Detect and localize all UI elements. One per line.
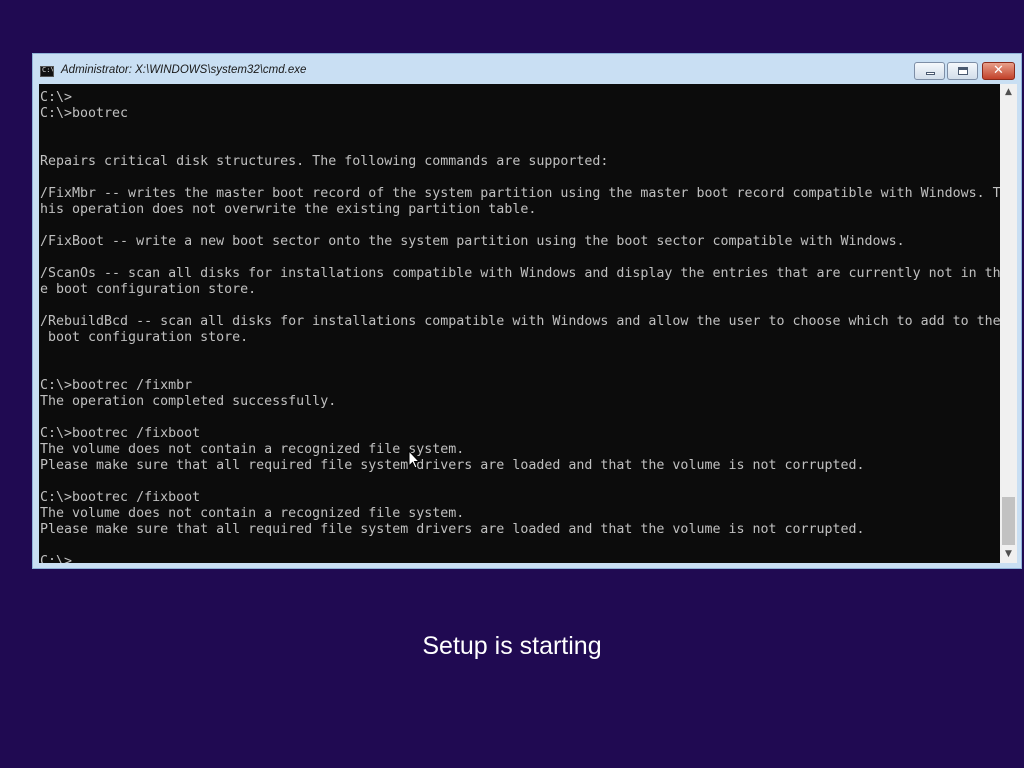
scroll-thumb[interactable] xyxy=(1002,497,1015,545)
minimize-button[interactable] xyxy=(914,62,945,80)
console-line: C:\>bootrec /fixboot xyxy=(40,490,201,505)
console-line: /FixBoot -- write a new boot sector onto… xyxy=(40,234,905,249)
console-line: Please make sure that all required file … xyxy=(40,458,865,473)
console-line: C:\>bootrec /fixboot xyxy=(40,426,201,441)
console-line: C:\> xyxy=(40,90,73,105)
console-line: C:\> xyxy=(40,554,73,563)
console-text: C:\> C:\>bootrec Repairs critical disk s… xyxy=(39,84,1000,563)
console-output[interactable]: C:\> C:\>bootrec Repairs critical disk s… xyxy=(39,84,1000,563)
scroll-up-icon[interactable]: ▲ xyxy=(1000,84,1017,101)
close-button[interactable]: ✕ xyxy=(982,62,1015,80)
console-line: /RebuildBcd -- scan all disks for instal… xyxy=(40,314,1000,329)
cmd-icon: C:\ xyxy=(40,66,54,77)
window-title: Administrator: X:\WINDOWS\system32\cmd.e… xyxy=(61,64,307,76)
console-line: /FixMbr -- writes the master boot record… xyxy=(40,186,1000,201)
console-line: e boot configuration store. xyxy=(40,282,257,297)
scroll-down-icon[interactable]: ▼ xyxy=(1000,546,1017,563)
console-line: The operation completed successfully. xyxy=(40,394,337,409)
cmd-window[interactable]: C:\ Administrator: X:\WINDOWS\system32\c… xyxy=(32,53,1022,569)
console-line: The volume does not contain a recognized… xyxy=(40,442,465,457)
console-line: /ScanOs -- scan all disks for installati… xyxy=(40,266,1000,281)
setup-status-text: Setup is starting xyxy=(422,632,602,660)
mouse-pointer-icon xyxy=(408,450,420,469)
console-line: Repairs critical disk structures. The fo… xyxy=(40,154,609,169)
console-line: boot configuration store. xyxy=(40,330,249,345)
console-line: Please make sure that all required file … xyxy=(40,522,865,537)
close-icon: ✕ xyxy=(993,63,1004,78)
title-bar[interactable]: C:\ Administrator: X:\WINDOWS\system32\c… xyxy=(33,54,1021,84)
console-line: C:\>bootrec xyxy=(40,106,129,121)
vertical-scrollbar[interactable]: ▲ ▼ xyxy=(1000,84,1017,563)
maximize-icon xyxy=(958,67,968,75)
console-line: his operation does not overwrite the exi… xyxy=(40,202,537,217)
maximize-button[interactable] xyxy=(947,62,978,80)
console-line: The volume does not contain a recognized… xyxy=(40,506,465,521)
console-line: C:\>bootrec /fixmbr xyxy=(40,378,193,393)
minimize-icon xyxy=(926,72,935,75)
